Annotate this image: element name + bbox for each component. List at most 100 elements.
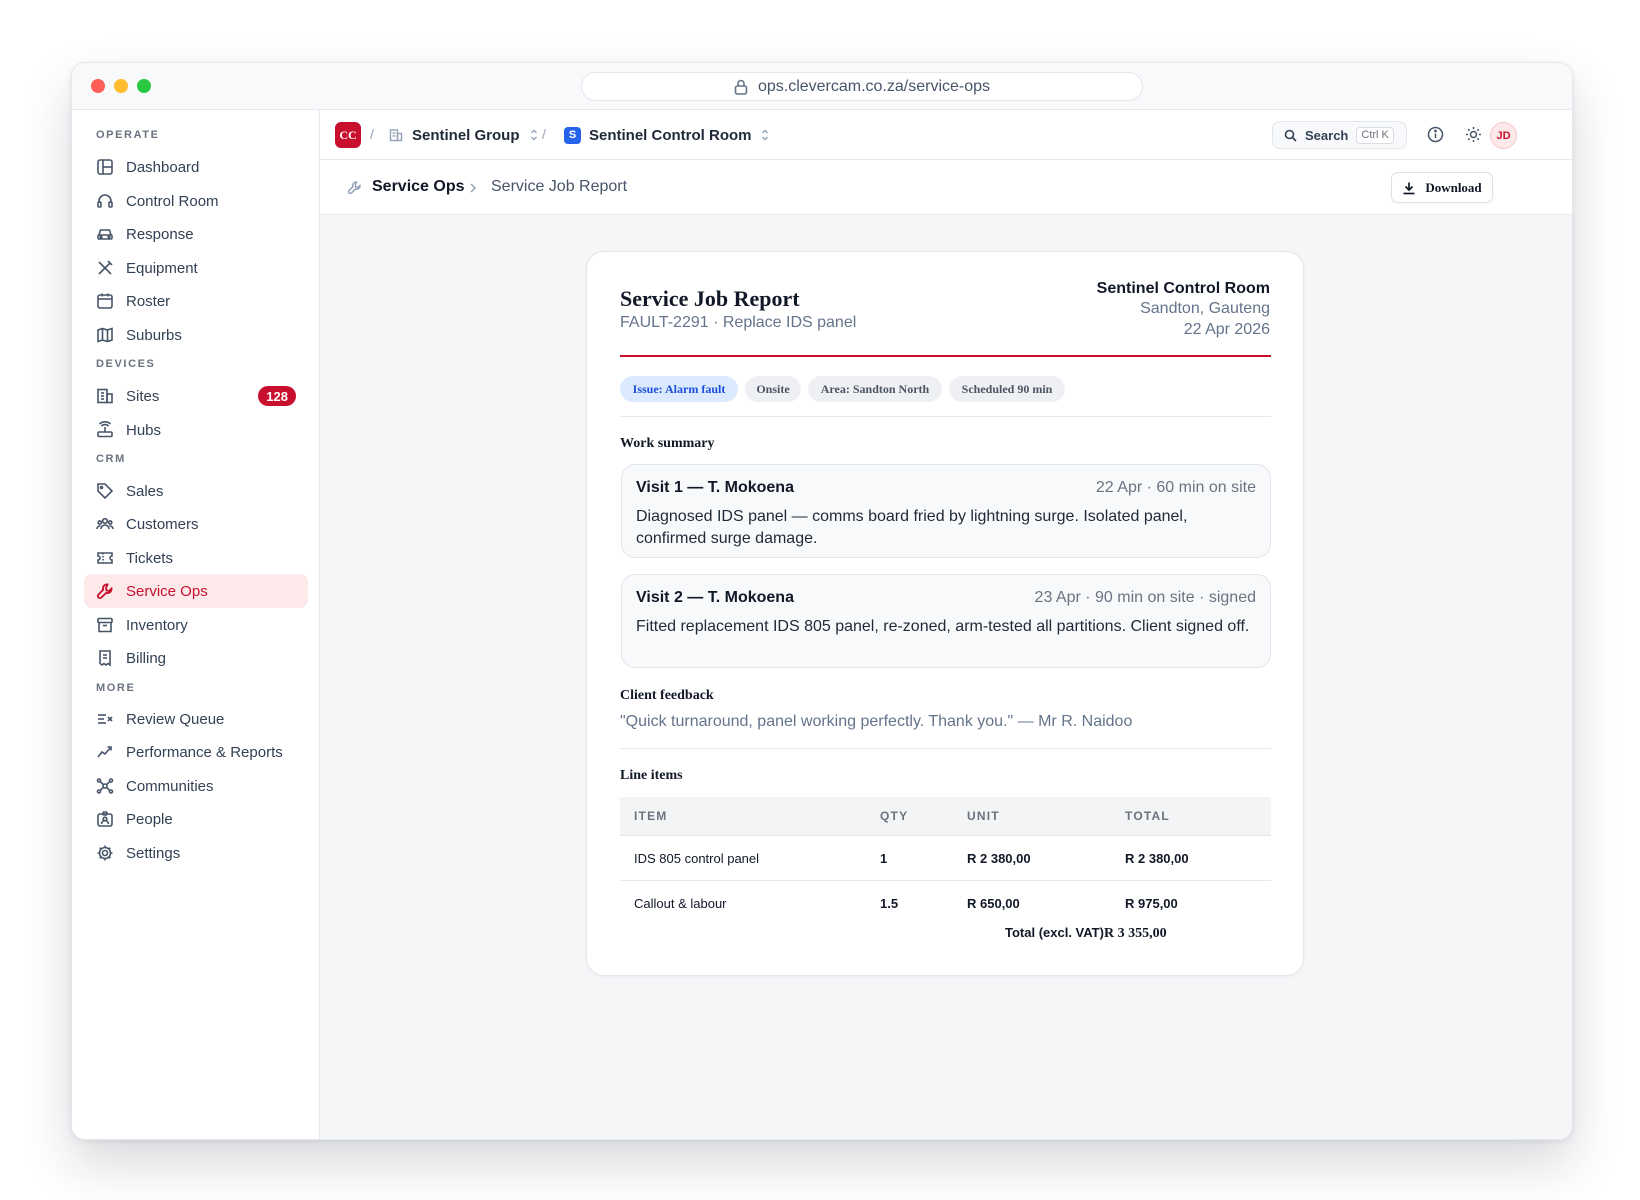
column-header-qty: QTY [880, 809, 909, 823]
issue-chip: Issue: Alarm fault [620, 376, 738, 402]
nav-section-crm: CRM [96, 453, 126, 465]
theme-toggle-sun-icon[interactable] [1465, 126, 1482, 143]
table-row: Callout & labour 1.5 R 650,00 R 975,00 [620, 881, 1271, 926]
building-icon [389, 129, 403, 142]
app-topbar: CC / Sentinel Group / S Sentinel Control… [320, 110, 1572, 160]
info-icon[interactable] [1427, 126, 1444, 143]
work-summary-heading: Work summary [620, 436, 715, 451]
sidebar-item-settings[interactable]: Settings [84, 836, 308, 870]
client-feedback-quote: "Quick turnaround, panel working perfect… [620, 713, 1133, 730]
area-chip: Area: Sandton North [808, 376, 942, 402]
workspace-switcher[interactable]: S Sentinel Control Room [564, 123, 770, 147]
sidebar-item-label: Suburbs [126, 326, 182, 344]
close-window-button[interactable] [91, 79, 105, 93]
wrench-icon [347, 181, 361, 195]
total-value: R 3 355,00 [1103, 926, 1167, 941]
sidebar-item-dashboard[interactable]: Dashboard [84, 150, 308, 184]
sidebar-item-label: Customers [126, 515, 199, 533]
nav-section-more: MORE [96, 682, 136, 694]
visit-meta: 23 Apr · 90 min on site · signed [1034, 589, 1256, 606]
total-label: Total (excl. VAT) [1005, 925, 1104, 940]
sidebar-item-sales[interactable]: Sales [84, 474, 308, 508]
sidebar-item-control-room[interactable]: Control Room [84, 184, 308, 218]
browser-titlebar: ops.clevercam.co.za/service-ops [72, 63, 1572, 110]
service-job-report-card: Service Job Report FAULT-2291 · Replace … [586, 251, 1304, 976]
search-label: Search [1305, 127, 1349, 143]
sidebar-item-label: People [126, 810, 173, 828]
maximize-window-button[interactable] [137, 79, 151, 93]
sidebar-item-label: Communities [126, 777, 214, 795]
visit-title: Visit 2 — T. Mokoena [636, 589, 794, 606]
address-bar[interactable]: ops.clevercam.co.za/service-ops [581, 72, 1143, 101]
sidebar-item-label: Dashboard [126, 158, 200, 176]
sidebar-item-billing[interactable]: Billing [84, 641, 308, 675]
sidebar-item-people[interactable]: People [84, 802, 308, 836]
sidebar-item-label: Sites [126, 387, 160, 405]
search-button[interactable]: Search Ctrl K [1272, 121, 1407, 149]
report-accent-divider [620, 355, 1271, 357]
sidebar-item-label: Inventory [126, 616, 188, 634]
breadcrumb-current-page: Service Job Report [491, 178, 628, 195]
sidebar-item-review-queue[interactable]: Review Queue [84, 702, 308, 736]
row-total: R 975,00 [1125, 896, 1178, 911]
minimize-window-button[interactable] [114, 79, 128, 93]
visit-title: Visit 1 — T. Mokoena [636, 479, 794, 496]
total-row: Total (excl. VAT) R 3 355,00 [1005, 925, 1167, 942]
visit-card: Visit 1 — T. Mokoena 22 Apr · 60 min on … [621, 464, 1271, 558]
url-text: ops.clevercam.co.za/service-ops [757, 77, 991, 95]
sidebar-item-response[interactable]: Response [84, 217, 308, 251]
visit-card: Visit 2 — T. Mokoena 23 Apr · 90 min on … [621, 574, 1271, 668]
app-logo[interactable]: CC [335, 122, 361, 148]
onsite-chip: Onsite [745, 376, 801, 402]
workspace-name: Sentinel Control Room [589, 126, 752, 144]
sidebar-item-label: Service Ops [126, 582, 208, 600]
sidebar-item-label: Performance & Reports [126, 743, 283, 761]
tag-icon [97, 483, 114, 500]
column-header-total: TOTAL [1125, 809, 1170, 823]
sidebar-item-hubs[interactable]: Hubs [84, 413, 308, 447]
chevron-updown-icon [530, 129, 537, 141]
user-avatar[interactable]: JD [1490, 122, 1517, 149]
org-name: Sentinel Group [412, 126, 520, 144]
router-icon [97, 421, 113, 438]
column-header-unit: UNIT [967, 809, 1000, 823]
sidebar-item-service-ops[interactable]: Service Ops [84, 574, 308, 608]
sidebar-item-roster[interactable]: Roster [84, 284, 308, 318]
row-unit: R 2 380,00 [967, 851, 1031, 866]
row-total: R 2 380,00 [1125, 851, 1189, 866]
nav-section-operate: OPERATE [96, 129, 160, 141]
lock-icon [734, 79, 748, 95]
wrench-icon [97, 583, 113, 599]
headset-icon [97, 194, 113, 208]
column-header-item: ITEM [634, 809, 668, 823]
sidebar-item-communities[interactable]: Communities [84, 769, 308, 803]
sidebar-item-inventory[interactable]: Inventory [84, 608, 308, 642]
sidebar-item-label: Sales [126, 482, 164, 500]
org-switcher[interactable]: Sentinel Group [389, 123, 539, 147]
sidebar-item-label: Roster [126, 292, 171, 310]
sidebar-item-label: Tickets [126, 549, 173, 567]
row-unit: R 650,00 [967, 896, 1020, 911]
page-header: Service Ops Service Job Report Download [320, 160, 1572, 215]
nav-section-devices: DEVICES [96, 358, 156, 370]
sidebar-item-suburbs[interactable]: Suburbs [84, 318, 308, 352]
download-label: Download [1425, 179, 1482, 195]
ticket-icon [97, 552, 113, 564]
archive-icon [97, 617, 113, 633]
sidebar-item-label: Equipment [126, 259, 198, 277]
row-qty: 1 [880, 851, 888, 866]
sidebar-item-sites[interactable]: Sites 128 [84, 379, 308, 413]
visit-notes: Diagnosed IDS panel — comms board fried … [636, 508, 1188, 547]
line-items-heading: Line items [620, 768, 683, 783]
workspace-avatar: S [564, 126, 581, 144]
sidebar-item-equipment[interactable]: Equipment [84, 251, 308, 285]
receipt-icon [99, 650, 111, 667]
sidebar-item-customers[interactable]: Customers [84, 507, 308, 541]
search-icon [1284, 129, 1297, 142]
breadcrumb-section-link[interactable]: Service Ops [372, 178, 465, 196]
sidebar-item-performance-reports[interactable]: Performance & Reports [84, 735, 308, 769]
browser-window: ops.clevercam.co.za/service-ops OPERATE … [71, 62, 1573, 1140]
sidebar: OPERATE Dashboard Control Room Response … [72, 110, 320, 1139]
sidebar-item-tickets[interactable]: Tickets [84, 541, 308, 575]
download-button[interactable]: Download [1391, 172, 1493, 203]
